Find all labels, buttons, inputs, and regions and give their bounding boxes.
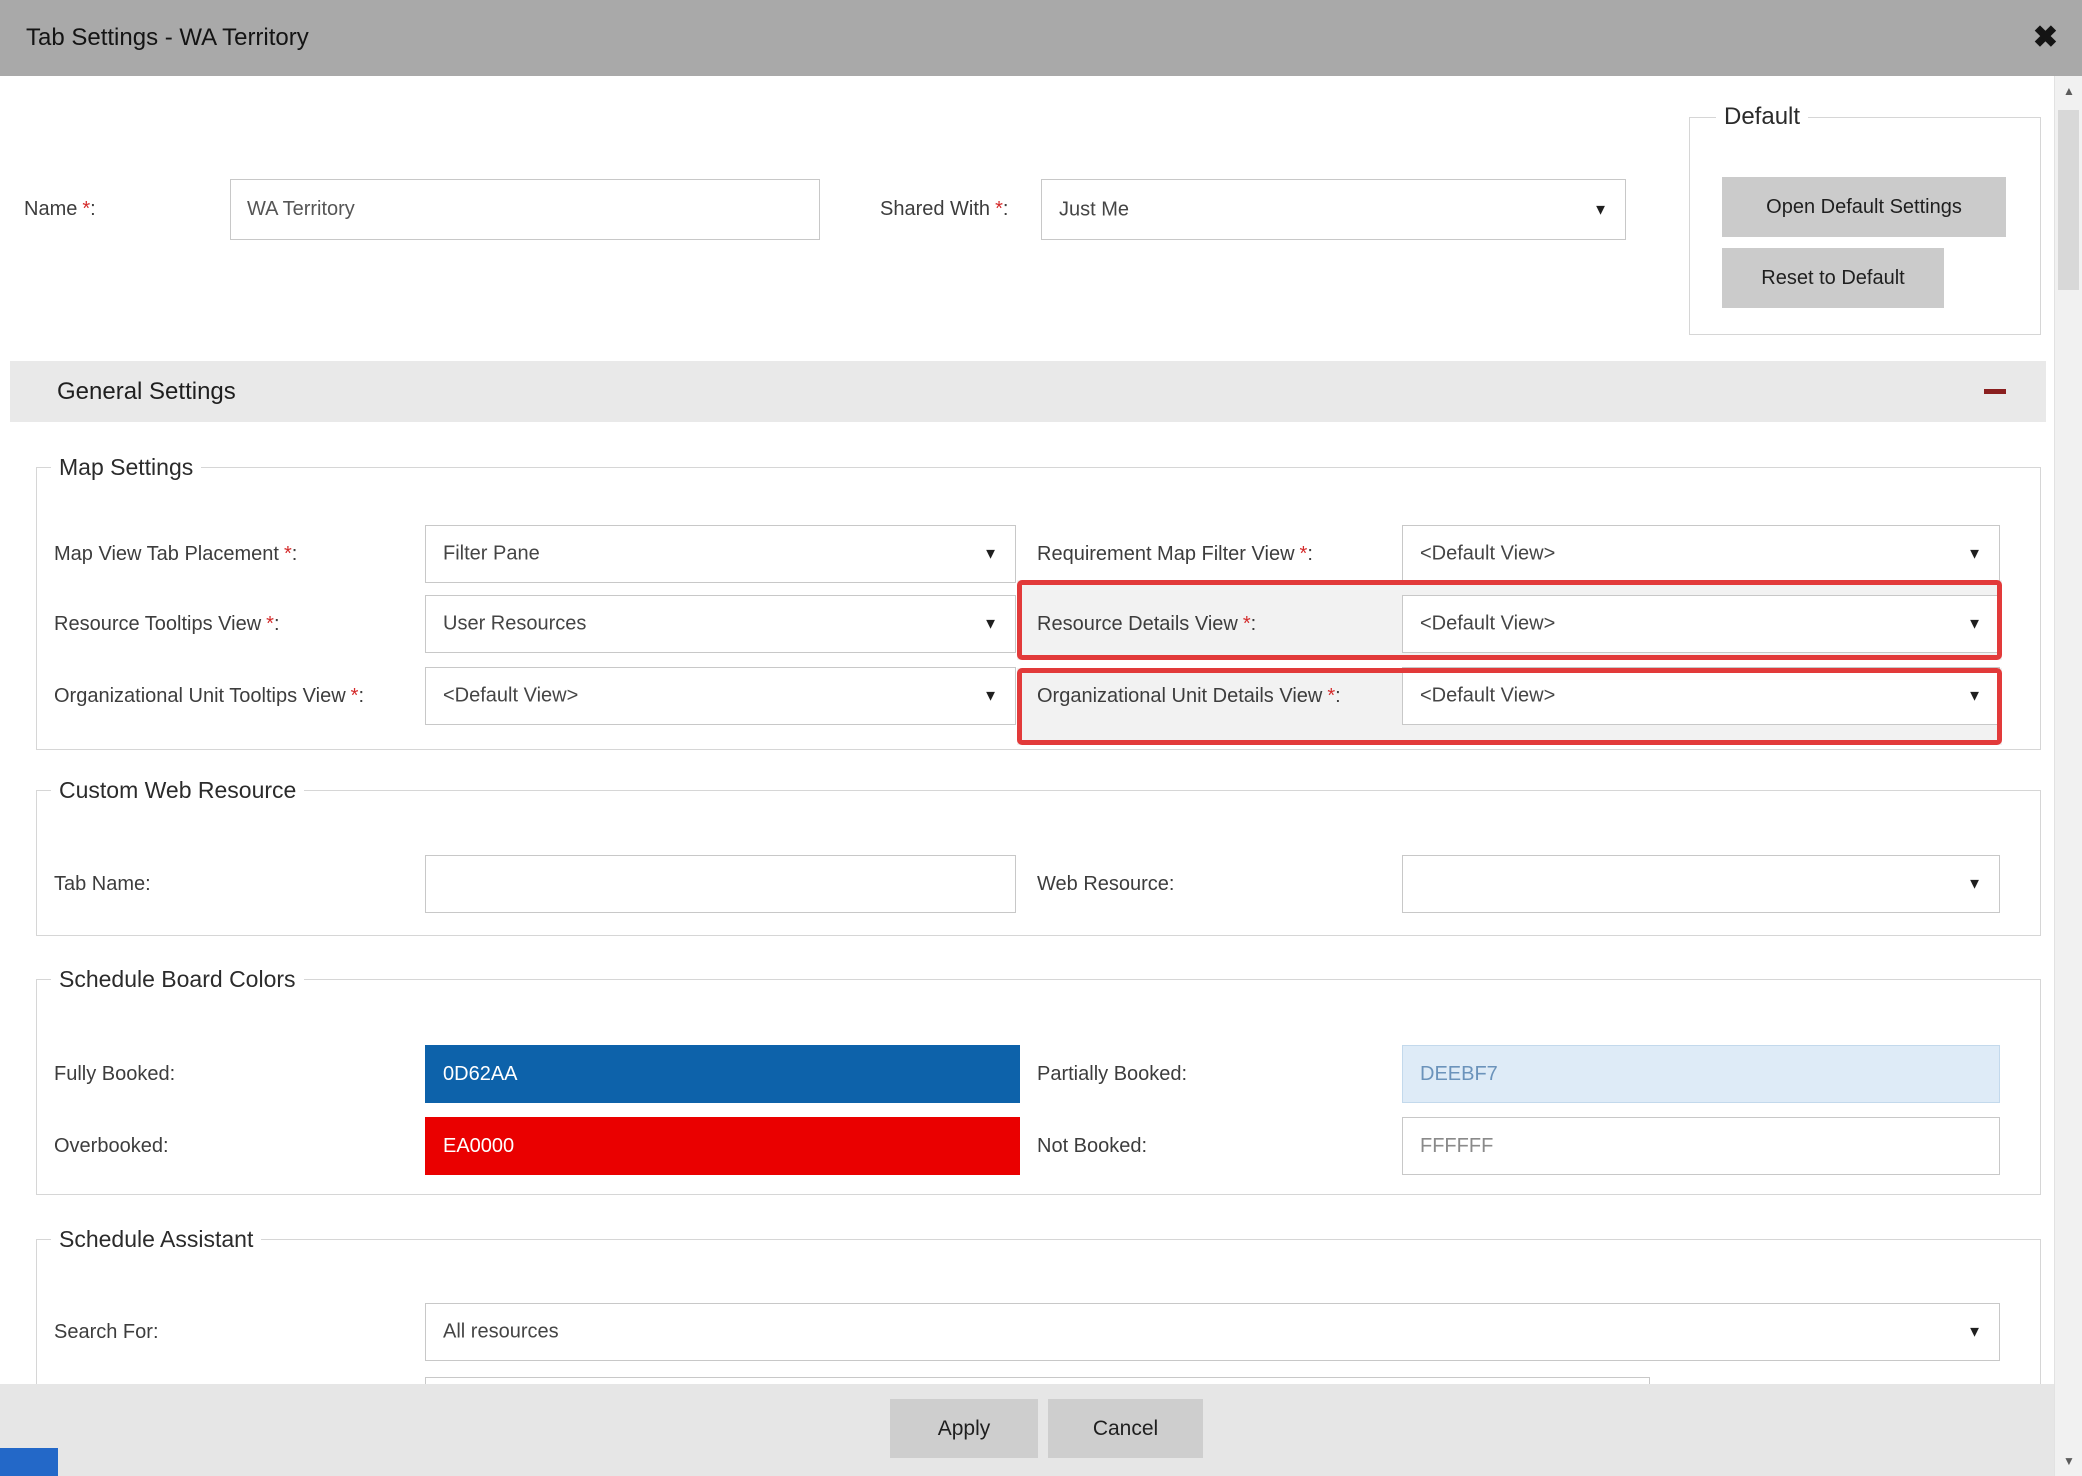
org-unit-tooltips-view-label: Organizational Unit Tooltips View*: bbox=[54, 683, 364, 709]
required-asterisk: * bbox=[1327, 685, 1335, 707]
shared-with-dropdown[interactable]: Just Me ▼ bbox=[1041, 179, 1626, 240]
name-label: Name*: bbox=[24, 196, 96, 222]
not-booked-label: Not Booked: bbox=[1037, 1133, 1147, 1159]
name-input[interactable] bbox=[230, 179, 820, 240]
required-asterisk: * bbox=[284, 543, 292, 565]
schedule-board-colors-legend: Schedule Board Colors bbox=[51, 965, 304, 993]
tab-name-input[interactable] bbox=[425, 855, 1016, 913]
cancel-button[interactable]: Cancel bbox=[1048, 1399, 1203, 1458]
shared-with-label: Shared With*: bbox=[880, 196, 1008, 222]
tab-name-label: Tab Name: bbox=[54, 871, 151, 897]
not-booked-color-input[interactable] bbox=[1402, 1117, 2000, 1175]
required-asterisk: * bbox=[82, 198, 90, 220]
resource-tooltips-view-dropdown[interactable]: User Resources ▼ bbox=[425, 595, 1016, 653]
shared-with-value: Just Me bbox=[1059, 198, 1129, 221]
requirement-map-filter-view-dropdown[interactable]: <Default View> ▼ bbox=[1402, 525, 2000, 583]
collapse-icon[interactable] bbox=[1984, 389, 2006, 394]
search-for-label: Search For: bbox=[54, 1319, 159, 1345]
map-view-tab-placement-dropdown[interactable]: Filter Pane ▼ bbox=[425, 525, 1016, 583]
scroll-down-icon[interactable]: ▼ bbox=[2055, 1446, 2082, 1476]
resource-tooltips-view-label: Resource Tooltips View*: bbox=[54, 611, 280, 637]
org-unit-details-view-dropdown[interactable]: <Default View> ▼ bbox=[1402, 667, 2000, 725]
dialog-title: Tab Settings - WA Territory bbox=[26, 0, 309, 76]
background-blue-corner bbox=[0, 1448, 58, 1476]
required-asterisk: * bbox=[266, 613, 274, 635]
apply-button[interactable]: Apply bbox=[890, 1399, 1038, 1458]
vertical-scrollbar[interactable]: ▲ ▼ bbox=[2054, 76, 2082, 1476]
partially-booked-color-input[interactable] bbox=[1402, 1045, 2000, 1103]
reset-to-default-button[interactable]: Reset to Default bbox=[1722, 248, 1944, 308]
chevron-down-icon: ▼ bbox=[983, 546, 998, 563]
org-unit-details-view-label: Organizational Unit Details View*: bbox=[1037, 683, 1341, 709]
tab-settings-dialog: Name*: Shared With*: Just Me ▼ Default O… bbox=[0, 0, 2082, 1476]
overbooked-color-input[interactable] bbox=[425, 1117, 1020, 1175]
map-view-tab-placement-label: Map View Tab Placement*: bbox=[54, 541, 297, 567]
dialog-titlebar: Tab Settings - WA Territory ✖ bbox=[0, 0, 2082, 76]
custom-web-resource-legend: Custom Web Resource bbox=[51, 776, 304, 804]
general-settings-title: General Settings bbox=[57, 361, 236, 422]
overbooked-label: Overbooked: bbox=[54, 1133, 169, 1159]
resource-details-view-dropdown[interactable]: <Default View> ▼ bbox=[1402, 595, 2000, 653]
chevron-down-icon: ▼ bbox=[1967, 688, 1982, 705]
fully-booked-color-input[interactable] bbox=[425, 1045, 1020, 1103]
default-legend: Default bbox=[1716, 103, 1808, 131]
chevron-down-icon: ▼ bbox=[983, 616, 998, 633]
search-for-dropdown[interactable]: All resources ▼ bbox=[425, 1303, 2000, 1361]
chevron-down-icon: ▼ bbox=[1967, 616, 1982, 633]
chevron-down-icon: ▼ bbox=[1967, 546, 1982, 563]
schedule-assistant-legend: Schedule Assistant bbox=[51, 1225, 261, 1253]
scrollbar-thumb[interactable] bbox=[2058, 110, 2079, 290]
required-asterisk: * bbox=[1243, 613, 1251, 635]
web-resource-dropdown[interactable]: ▼ bbox=[1402, 855, 2000, 913]
chevron-down-icon: ▼ bbox=[983, 688, 998, 705]
dialog-footer: Apply Cancel bbox=[0, 1384, 2054, 1476]
required-asterisk: * bbox=[995, 198, 1003, 220]
map-settings-legend: Map Settings bbox=[51, 453, 201, 481]
resource-details-view-label: Resource Details View*: bbox=[1037, 611, 1256, 637]
requirement-map-filter-view-label: Requirement Map Filter View*: bbox=[1037, 541, 1313, 567]
open-default-settings-button[interactable]: Open Default Settings bbox=[1722, 177, 2006, 237]
chevron-down-icon: ▼ bbox=[1593, 201, 1608, 218]
chevron-down-icon: ▼ bbox=[1967, 876, 1982, 893]
org-unit-tooltips-view-dropdown[interactable]: <Default View> ▼ bbox=[425, 667, 1016, 725]
scroll-up-icon[interactable]: ▲ bbox=[2055, 76, 2082, 106]
general-settings-section-header[interactable]: General Settings bbox=[10, 361, 2046, 422]
web-resource-label: Web Resource: bbox=[1037, 871, 1174, 897]
fully-booked-label: Fully Booked: bbox=[54, 1061, 175, 1087]
partially-booked-label: Partially Booked: bbox=[1037, 1061, 1187, 1087]
chevron-down-icon: ▼ bbox=[1967, 1324, 1982, 1341]
close-icon[interactable]: ✖ bbox=[2033, 0, 2058, 76]
